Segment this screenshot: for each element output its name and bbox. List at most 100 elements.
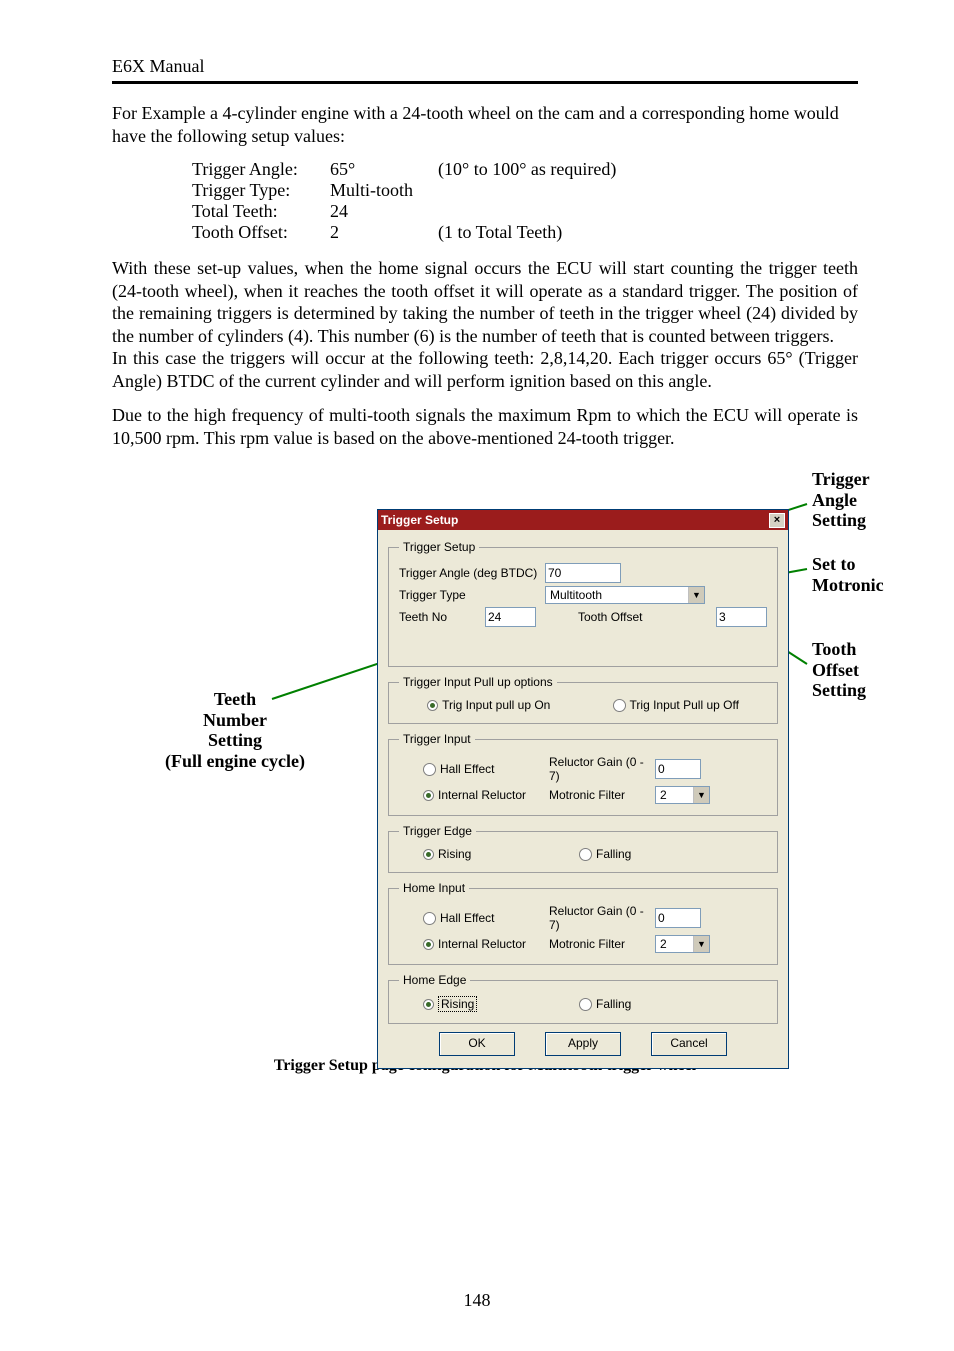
select-home-filter[interactable]: 2 ▼ [655, 935, 710, 953]
label-tooth-offset: Tooth Offset [578, 610, 642, 624]
callout-motronic-1: Set to [812, 554, 856, 574]
radio-label: Falling [596, 847, 631, 861]
table-row: Tooth Offset: 2 (1 to Total Teeth) [192, 222, 624, 243]
select-trig-filter[interactable]: 2 ▼ [655, 786, 710, 804]
group-trigger-setup: Trigger Setup Trigger Angle (deg BTDC) T… [388, 540, 778, 667]
setup-label: Trigger Type: [192, 180, 330, 201]
intro-paragraph: For Example a 4-cylinder engine with a 2… [112, 102, 858, 147]
legend-trigger-setup: Trigger Setup [399, 540, 479, 554]
label-trig-filter: Motronic Filter [549, 788, 649, 802]
group-trigger-input: Trigger Input Hall Effect Reluctor Gain … [388, 732, 778, 816]
cancel-button[interactable]: Cancel [651, 1032, 727, 1056]
label-home-gain: Reluctor Gain (0 - 7) [549, 904, 649, 932]
radio-label: Internal Reluctor [438, 937, 526, 951]
radio-label: Falling [596, 997, 631, 1011]
group-home-input: Home Input Hall Effect Reluctor Gain (0 … [388, 881, 778, 965]
callout-offset-1: Tooth [812, 639, 856, 659]
radio-trig-reluctor[interactable]: Internal Reluctor [423, 788, 543, 802]
setup-label: Tooth Offset: [192, 222, 330, 243]
callout-offset-3: Setting [812, 680, 866, 700]
dialog-titlebar[interactable]: Trigger Setup × [378, 510, 788, 530]
setup-note: (10° to 100° as required) [438, 159, 624, 180]
label-teeth-no: Teeth No [399, 610, 479, 624]
callout-angle-1: Trigger [812, 469, 870, 489]
callout-teeth-4: (Full engine cycle) [165, 751, 305, 771]
radio-dot-icon [613, 699, 626, 712]
radio-label: Trig Input pull up On [442, 698, 550, 712]
paragraph-4: Due to the high frequency of multi-tooth… [112, 404, 858, 449]
radio-label: Rising [438, 847, 471, 861]
dialog-title: Trigger Setup [381, 510, 458, 530]
setup-label: Trigger Angle: [192, 159, 330, 180]
radio-pullup-off[interactable]: Trig Input Pull up Off [613, 698, 739, 712]
radio-home-reluctor[interactable]: Internal Reluctor [423, 937, 543, 951]
setup-note [438, 201, 624, 222]
radio-dot-icon [423, 790, 434, 801]
label-trigger-type: Trigger Type [399, 588, 539, 602]
callout-teeth-2: Number [203, 710, 267, 730]
input-teeth-no[interactable] [485, 607, 536, 627]
figure-wrap: Teeth Number Setting (Full engine cycle)… [112, 469, 858, 1049]
label-home-filter: Motronic Filter [549, 937, 649, 951]
radio-label: Internal Reluctor [438, 788, 526, 802]
ok-button[interactable]: OK [439, 1032, 515, 1056]
radio-dot-icon [423, 912, 436, 925]
setup-note [438, 180, 624, 201]
setup-note: (1 to Total Teeth) [438, 222, 624, 243]
legend-home-input: Home Input [399, 881, 469, 895]
setup-value: 65° [330, 159, 438, 180]
radio-label: Rising [438, 996, 477, 1012]
input-tooth-offset[interactable] [716, 607, 767, 627]
radio-dot-icon [423, 849, 434, 860]
radio-trig-rising[interactable]: Rising [423, 847, 573, 861]
setup-value: Multi-tooth [330, 180, 438, 201]
radio-trig-falling[interactable]: Falling [579, 847, 631, 861]
callout-motronic-2: Motronic [812, 575, 884, 595]
paragraph-2: With these set-up values, when the home … [112, 257, 858, 347]
legend-pullup: Trigger Input Pull up options [399, 675, 557, 689]
table-row: Trigger Type: Multi-tooth [192, 180, 624, 201]
radio-dot-icon [423, 939, 434, 950]
radio-label: Hall Effect [440, 911, 494, 925]
chevron-down-icon[interactable]: ▼ [688, 587, 704, 603]
chevron-down-icon[interactable]: ▼ [693, 787, 709, 803]
callout-angle-3: Setting [812, 510, 866, 530]
radio-pullup-on[interactable]: Trig Input pull up On [427, 698, 550, 712]
setup-value: 24 [330, 201, 438, 222]
group-pullup: Trigger Input Pull up options Trig Input… [388, 675, 778, 724]
radio-dot-icon [427, 700, 438, 711]
table-row: Trigger Angle: 65° (10° to 100° as requi… [192, 159, 624, 180]
group-home-edge: Home Edge Rising Falling [388, 973, 778, 1024]
select-value: 2 [656, 936, 693, 952]
apply-button[interactable]: Apply [545, 1032, 621, 1056]
setup-value: 2 [330, 222, 438, 243]
chevron-down-icon[interactable]: ▼ [693, 936, 709, 952]
select-value: Multitooth [546, 587, 688, 603]
input-trig-gain[interactable] [655, 759, 701, 779]
doc-header: E6X Manual [112, 56, 858, 77]
setup-values-table: Trigger Angle: 65° (10° to 100° as requi… [192, 159, 624, 243]
trigger-setup-dialog: Trigger Setup × Trigger Setup Trigger An… [377, 509, 789, 1069]
callout-teeth-1: Teeth [214, 689, 256, 709]
callout-teeth-3: Setting [208, 730, 262, 750]
radio-home-hall[interactable]: Hall Effect [423, 911, 543, 925]
callout-angle-2: Angle [812, 490, 857, 510]
table-row: Total Teeth: 24 [192, 201, 624, 222]
radio-trig-hall[interactable]: Hall Effect [423, 762, 543, 776]
legend-home-edge: Home Edge [399, 973, 470, 987]
select-value: 2 [656, 787, 693, 803]
close-icon[interactable]: × [769, 513, 785, 528]
radio-label: Trig Input Pull up Off [630, 698, 739, 712]
label-trig-gain: Reluctor Gain (0 - 7) [549, 755, 649, 783]
input-home-gain[interactable] [655, 908, 701, 928]
select-trigger-type[interactable]: Multitooth ▼ [545, 586, 705, 604]
radio-dot-icon [579, 998, 592, 1011]
radio-home-rising[interactable]: Rising [423, 996, 573, 1012]
radio-label: Hall Effect [440, 762, 494, 776]
radio-dot-icon [579, 848, 592, 861]
radio-dot-icon [423, 999, 434, 1010]
callout-offset-2: Offset [812, 660, 859, 680]
header-rule [112, 81, 858, 84]
input-trigger-angle[interactable] [545, 563, 621, 583]
radio-home-falling[interactable]: Falling [579, 997, 631, 1011]
